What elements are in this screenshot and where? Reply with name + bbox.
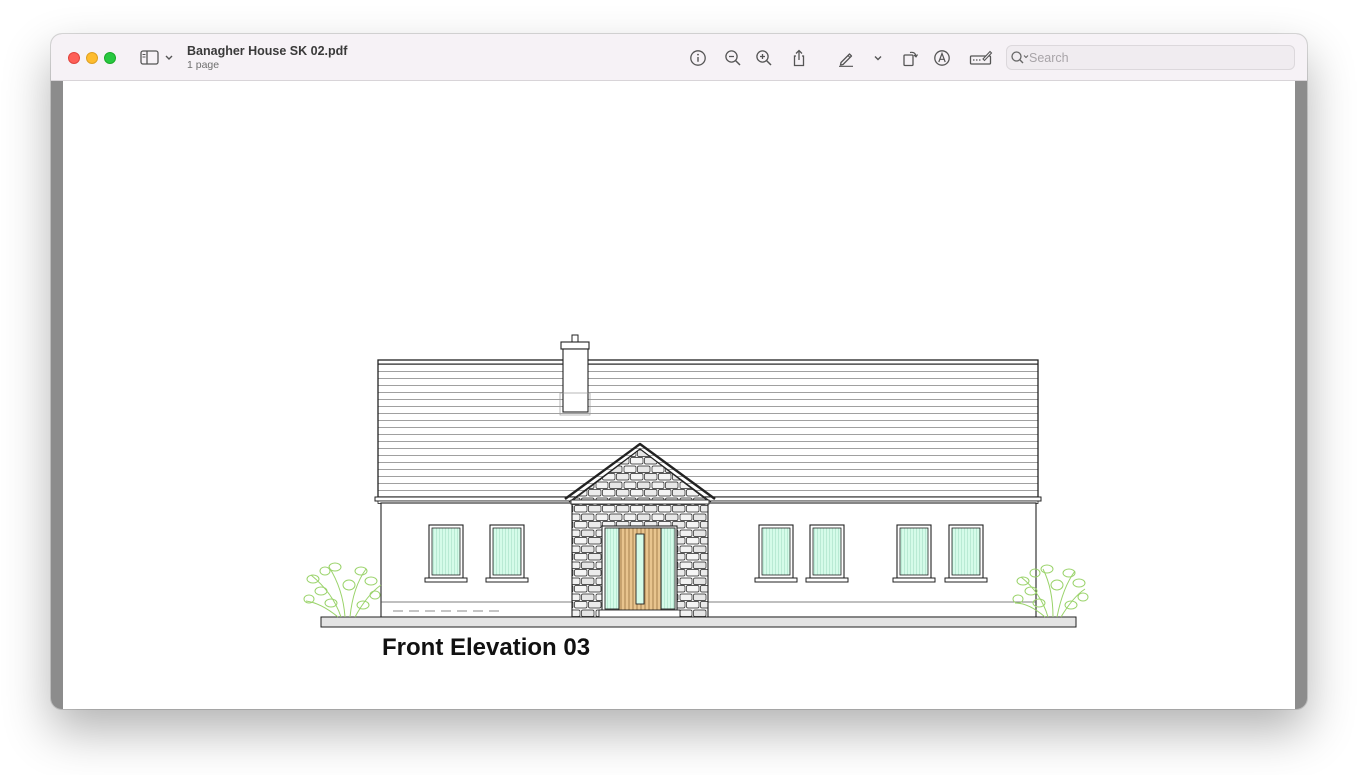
window (892, 524, 936, 583)
search-icon (1011, 51, 1029, 64)
markup-menu-button[interactable] (866, 46, 890, 70)
pdf-page: Front Elevation 03 (63, 81, 1295, 709)
markup-button[interactable] (834, 46, 858, 70)
window (805, 524, 849, 583)
main-roof (377, 359, 1039, 498)
window (944, 524, 988, 583)
zoom-in-button[interactable] (752, 46, 776, 70)
search-field[interactable] (1006, 45, 1295, 70)
document-title: Banagher House SK 02.pdf (187, 44, 348, 58)
rotate-button[interactable] (898, 46, 922, 70)
form-fill-button[interactable] (967, 46, 995, 70)
window (754, 524, 798, 583)
window (485, 524, 529, 583)
share-icon (793, 49, 805, 67)
search-input[interactable] (1029, 48, 1289, 68)
close-window-button[interactable] (68, 52, 80, 64)
info-button[interactable] (686, 46, 710, 70)
sidebar-toggle-button[interactable] (139, 47, 177, 69)
annotate-button[interactable] (930, 46, 954, 70)
chimney (559, 334, 591, 416)
minimize-window-button[interactable] (86, 52, 98, 64)
zoom-out-icon (725, 50, 741, 66)
window (424, 524, 468, 583)
rotate-icon (903, 51, 919, 67)
zoom-out-button[interactable] (721, 46, 745, 70)
sidebar-icon (140, 50, 173, 65)
share-button[interactable] (787, 46, 811, 70)
maximize-window-button[interactable] (104, 52, 116, 64)
zoom-in-icon (756, 50, 772, 66)
markup-pen-icon (839, 53, 853, 67)
info-icon (690, 50, 706, 66)
chevron-down-icon (874, 56, 882, 61)
drawing-caption: Front Elevation 03 (382, 634, 591, 661)
titlebar: Banagher House SK 02.pdf 1 page (51, 34, 1307, 81)
elevation-drawing (303, 334, 1089, 628)
page-count: 1 page (187, 59, 220, 71)
ground-plinth (320, 616, 1077, 628)
form-fill-icon (969, 50, 993, 65)
shrub-left (303, 562, 382, 618)
preview-window: Banagher House SK 02.pdf 1 page Search F… (51, 34, 1307, 709)
annotate-icon (934, 50, 950, 66)
